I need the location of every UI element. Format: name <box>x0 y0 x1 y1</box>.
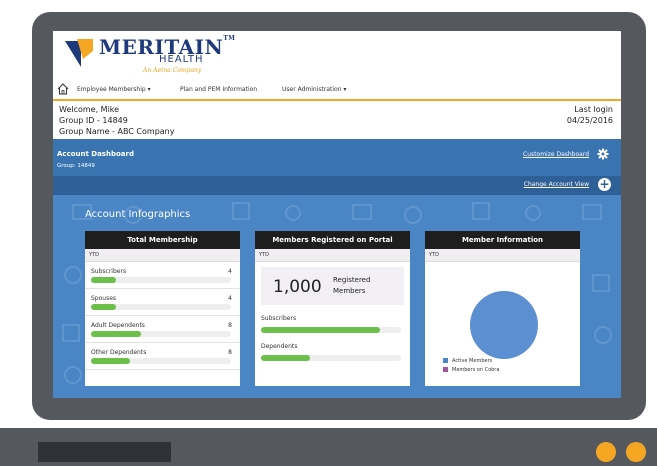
header-divider <box>53 99 621 101</box>
portal-subscribers-track <box>261 327 401 333</box>
dashboard-header: Account Dashboard Group: 14849 Customize… <box>53 139 621 176</box>
legend-label: Active Members <box>452 358 493 364</box>
row-count: 8 <box>228 349 232 356</box>
pie-slice-active-members <box>470 291 538 359</box>
nav-plan-pem-information[interactable]: Plan and PEM Information <box>180 86 257 93</box>
row-label: Spouses <box>91 295 117 302</box>
indicator-light <box>596 442 616 462</box>
user-info: Welcome, Mike Group ID - 14849 Group Nam… <box>59 104 174 137</box>
main-nav: Employee Membership ▾ Plan and PEM Infor… <box>53 83 621 97</box>
member-information-period[interactable]: YTD <box>425 249 580 262</box>
brand-sub: HEALTH <box>159 54 204 65</box>
app-screen: MERITAINTM HEALTH An Aetna Company Emplo… <box>53 31 621 398</box>
membership-row-subscribers: Subscribers 4 <box>85 262 240 289</box>
welcome-text: Welcome, Mike <box>59 105 120 114</box>
bar-fill <box>91 331 142 337</box>
gear-icon[interactable] <box>597 148 609 160</box>
registered-count: 1,000 <box>273 277 322 297</box>
portal-dependents-track <box>261 355 401 361</box>
last-login: Last login 04/25/2016 <box>567 104 613 126</box>
bar-fill <box>91 277 117 283</box>
row-count: 8 <box>228 322 232 329</box>
bar-fill <box>91 358 131 364</box>
member-pie-chart <box>470 291 538 359</box>
customize-dashboard-link[interactable]: Customize Dashboard <box>523 151 589 158</box>
registered-members-box: 1,000 Registered Members <box>261 267 404 305</box>
membership-row-adult-dependents: Adult Dependents 8 <box>85 316 240 343</box>
membership-row-spouses: Spouses 4 <box>85 289 240 316</box>
bar-track <box>91 277 231 283</box>
nav-employee-membership[interactable]: Employee Membership ▾ <box>77 86 151 93</box>
row-label: Adult Dependents <box>91 322 145 329</box>
membership-row-other-dependents: Other Dependents 8 <box>85 343 240 370</box>
last-login-date: 04/25/2016 <box>566 116 613 125</box>
change-account-view-link[interactable]: Change Account View <box>524 181 589 188</box>
portal-subscribers-label: Subscribers <box>261 315 297 322</box>
legend-members-on-cobra: Members on Cobra <box>443 367 499 373</box>
infographics-panel: Account Infographics Total Membership YT… <box>53 195 621 398</box>
row-label: Other Dependents <box>91 349 147 356</box>
group-name: Group Name - ABC Company <box>59 127 175 136</box>
total-membership-header: Total Membership <box>85 231 240 249</box>
bar-track <box>91 331 231 337</box>
members-portal-card: Members Registered on Portal YTD 1,000 R… <box>255 231 410 386</box>
portal-dependents-fill <box>261 355 310 361</box>
legend-swatch-purple <box>443 367 448 372</box>
row-label: Subscribers <box>91 268 127 275</box>
indicator-light <box>626 442 646 462</box>
plus-icon[interactable]: + <box>598 178 611 191</box>
member-information-header: Member Information <box>425 231 580 249</box>
row-count: 4 <box>228 295 232 302</box>
registered-label-line1: Registered <box>333 276 371 284</box>
dashboard-title: Account Dashboard <box>57 150 134 158</box>
meritain-shield-icon <box>65 39 93 67</box>
legend-swatch-blue <box>443 358 448 363</box>
total-membership-card: Total Membership YTD Subscribers 4 Spous… <box>85 231 240 386</box>
member-information-card: Member Information YTD Active Members Me… <box>425 231 580 386</box>
members-portal-period[interactable]: YTD <box>255 249 410 262</box>
home-icon[interactable] <box>57 83 69 95</box>
infographics-title: Account Infographics <box>85 209 191 220</box>
dashboard-group: Group: 14849 <box>57 163 95 169</box>
row-count: 4 <box>228 268 232 275</box>
registered-label-line2: Members <box>333 287 366 295</box>
logo[interactable]: MERITAINTM HEALTH An Aetna Company <box>63 35 263 81</box>
total-membership-period[interactable]: YTD <box>85 249 240 262</box>
legend-active-members: Active Members <box>443 358 492 364</box>
change-view-bar: Change Account View + <box>53 176 621 195</box>
legend-label: Members on Cobra <box>452 367 500 373</box>
bar-track <box>91 304 231 310</box>
last-login-label: Last login <box>574 105 613 114</box>
portal-subscribers-fill <box>261 327 380 333</box>
brand-tagline: An Aetna Company <box>143 67 202 74</box>
group-id: Group ID - 14849 <box>59 116 128 125</box>
laptop-base <box>0 428 657 466</box>
portal-dependents-label: Dependents <box>261 343 298 350</box>
registered-label: Registered Members <box>333 275 370 297</box>
members-portal-header: Members Registered on Portal <box>255 231 410 249</box>
laptop-slot <box>38 442 171 462</box>
nav-user-administration[interactable]: User Administration ▾ <box>282 86 346 93</box>
bar-track <box>91 358 231 364</box>
bar-fill <box>91 304 117 310</box>
